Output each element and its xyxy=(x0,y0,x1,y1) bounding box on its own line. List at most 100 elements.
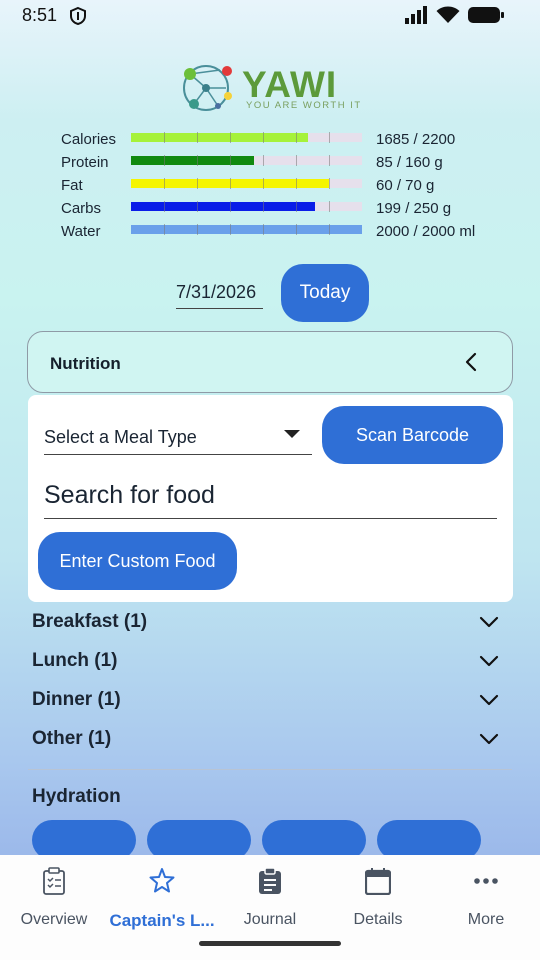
nutrient-progress-tick xyxy=(263,155,264,166)
nav-details[interactable]: Details xyxy=(324,865,432,928)
nav-label: More xyxy=(467,911,505,928)
chevron-down-icon[interactable] xyxy=(479,612,499,632)
search-food-input[interactable]: Search for food xyxy=(44,477,497,519)
nutrient-progress-bar xyxy=(131,155,362,166)
wifi-icon xyxy=(436,6,460,23)
chevron-down-icon[interactable] xyxy=(479,729,499,749)
signal-icon xyxy=(405,6,427,24)
nutrient-progress-fill xyxy=(131,156,254,165)
meal-label: Lunch (1) xyxy=(32,650,118,671)
hydration-button[interactable] xyxy=(377,820,481,860)
nav-label: Captain's L... xyxy=(109,911,215,930)
nutrient-label: Fat xyxy=(61,177,83,194)
meal-label: Other (1) xyxy=(32,728,112,749)
nutrient-value: 60 / 70 g xyxy=(376,177,435,194)
nutrient-progress-tick xyxy=(329,132,330,143)
nutrient-progress-fill xyxy=(131,202,315,211)
hydration-button[interactable] xyxy=(262,820,366,860)
nutrient-progress-tick xyxy=(230,224,231,235)
nutrient-label: Protein xyxy=(61,154,109,171)
chevron-down-icon[interactable] xyxy=(479,651,499,671)
nutrient-value: 85 / 160 g xyxy=(376,154,443,171)
nutrient-value: 1685 / 2200 xyxy=(376,131,456,148)
nutrition-section-header[interactable]: Nutrition xyxy=(27,331,513,393)
status-icons xyxy=(404,6,504,24)
hydration-title: Hydration xyxy=(32,786,121,807)
nutrient-progress-tick xyxy=(164,132,165,143)
network-globe-icon xyxy=(183,65,232,111)
nutrient-value: 2000 / 2000 ml xyxy=(376,223,476,240)
calendar-icon xyxy=(365,868,391,895)
nutrient-progress-bar xyxy=(131,201,362,212)
nutrient-progress-tick xyxy=(296,155,297,166)
nutrient-progress-tick xyxy=(164,224,165,235)
home-indicator[interactable] xyxy=(199,941,341,946)
meal-type-placeholder: Select a Meal Type xyxy=(44,427,197,447)
meal-label: Dinner (1) xyxy=(32,689,121,710)
nutrient-progress-tick xyxy=(329,155,330,166)
nutrient-progress-tick xyxy=(263,224,264,235)
nutrient-progress-tick xyxy=(296,201,297,212)
nutrient-row: Calories 1685 / 2200 xyxy=(60,128,500,151)
nutrient-progress-tick xyxy=(164,155,165,166)
logo-tagline: YOU ARE WORTH IT xyxy=(246,100,362,111)
clipboard-check-icon xyxy=(43,867,65,895)
nav-more[interactable]: More xyxy=(432,865,540,928)
star-icon xyxy=(149,868,175,893)
scan-barcode-button[interactable]: Scan Barcode xyxy=(322,406,503,464)
nutrient-progress-tick xyxy=(329,201,330,212)
nutrient-progress-tick xyxy=(164,201,165,212)
nutrient-progress-tick xyxy=(296,132,297,143)
nutrient-progress-tick xyxy=(230,178,231,189)
journal-icon xyxy=(259,867,281,894)
nutrient-progress-tick xyxy=(296,224,297,235)
meal-type-select[interactable]: Select a Meal Type xyxy=(44,417,312,455)
nav-label: Details xyxy=(353,911,403,928)
nav-journal[interactable]: Journal xyxy=(216,865,324,928)
nav-label: Journal xyxy=(243,911,297,928)
nutrient-progress-tick xyxy=(230,155,231,166)
nutrition-panel: Select a Meal Type Scan Barcode Search f… xyxy=(28,395,513,602)
nutrient-progress-tick xyxy=(230,201,231,212)
nutrient-row: Protein 85 / 160 g xyxy=(60,151,500,174)
nutrient-progress-tick xyxy=(197,224,198,235)
meal-label: Breakfast (1) xyxy=(32,611,148,632)
meal-row-dinner[interactable]: Dinner (1) xyxy=(32,686,502,716)
nutrient-progress-bar xyxy=(131,224,362,235)
meal-row-other[interactable]: Other (1) xyxy=(32,725,502,755)
chevron-down-icon[interactable] xyxy=(479,690,499,710)
nutrient-progress-tick xyxy=(164,178,165,189)
nutrient-row: Water 2000 / 2000 ml xyxy=(60,220,500,243)
nutrient-progress-tick xyxy=(263,132,264,143)
today-button[interactable]: Today xyxy=(281,264,369,322)
nav-overview[interactable]: Overview xyxy=(0,865,108,928)
nutrient-progress-tick xyxy=(197,201,198,212)
nutrient-progress-fill xyxy=(131,133,308,142)
nav-captains-log[interactable]: Captain's L... xyxy=(108,865,216,930)
nutrient-row: Carbs 199 / 250 g xyxy=(60,197,500,220)
nutrient-progress-tick xyxy=(263,201,264,212)
nutrient-value: 199 / 250 g xyxy=(376,200,452,217)
enter-custom-food-button[interactable]: Enter Custom Food xyxy=(38,532,237,590)
meal-row-breakfast[interactable]: Breakfast (1) xyxy=(32,608,502,638)
nutrient-progress-tick xyxy=(329,224,330,235)
nutrient-summary: Calories 1685 / 2200 Protein 85 / 160 g Fat 6… xyxy=(60,128,500,243)
hydration-button[interactable] xyxy=(147,820,251,860)
nav-label: Overview xyxy=(20,911,88,928)
battery-icon xyxy=(468,7,504,23)
search-food-placeholder: Search for food xyxy=(44,481,215,509)
nutrient-progress-bar xyxy=(131,132,362,143)
nutrient-label: Water xyxy=(61,223,101,240)
nutrient-progress-tick xyxy=(230,132,231,143)
nutrient-progress-tick xyxy=(197,178,198,189)
nutrient-progress-fill xyxy=(131,225,362,234)
hydration-button[interactable] xyxy=(32,820,136,860)
date-input[interactable]: 7/31/2026 xyxy=(176,282,263,309)
meal-row-lunch[interactable]: Lunch (1) xyxy=(32,647,502,677)
status-time: 8:51 xyxy=(22,5,58,25)
chevron-left-icon[interactable] xyxy=(462,352,482,372)
nutrition-title: Nutrition xyxy=(50,354,121,373)
nutrient-progress-tick xyxy=(197,132,198,143)
status-bar: 8:51 xyxy=(0,0,540,34)
nutrient-label: Carbs xyxy=(61,200,102,217)
